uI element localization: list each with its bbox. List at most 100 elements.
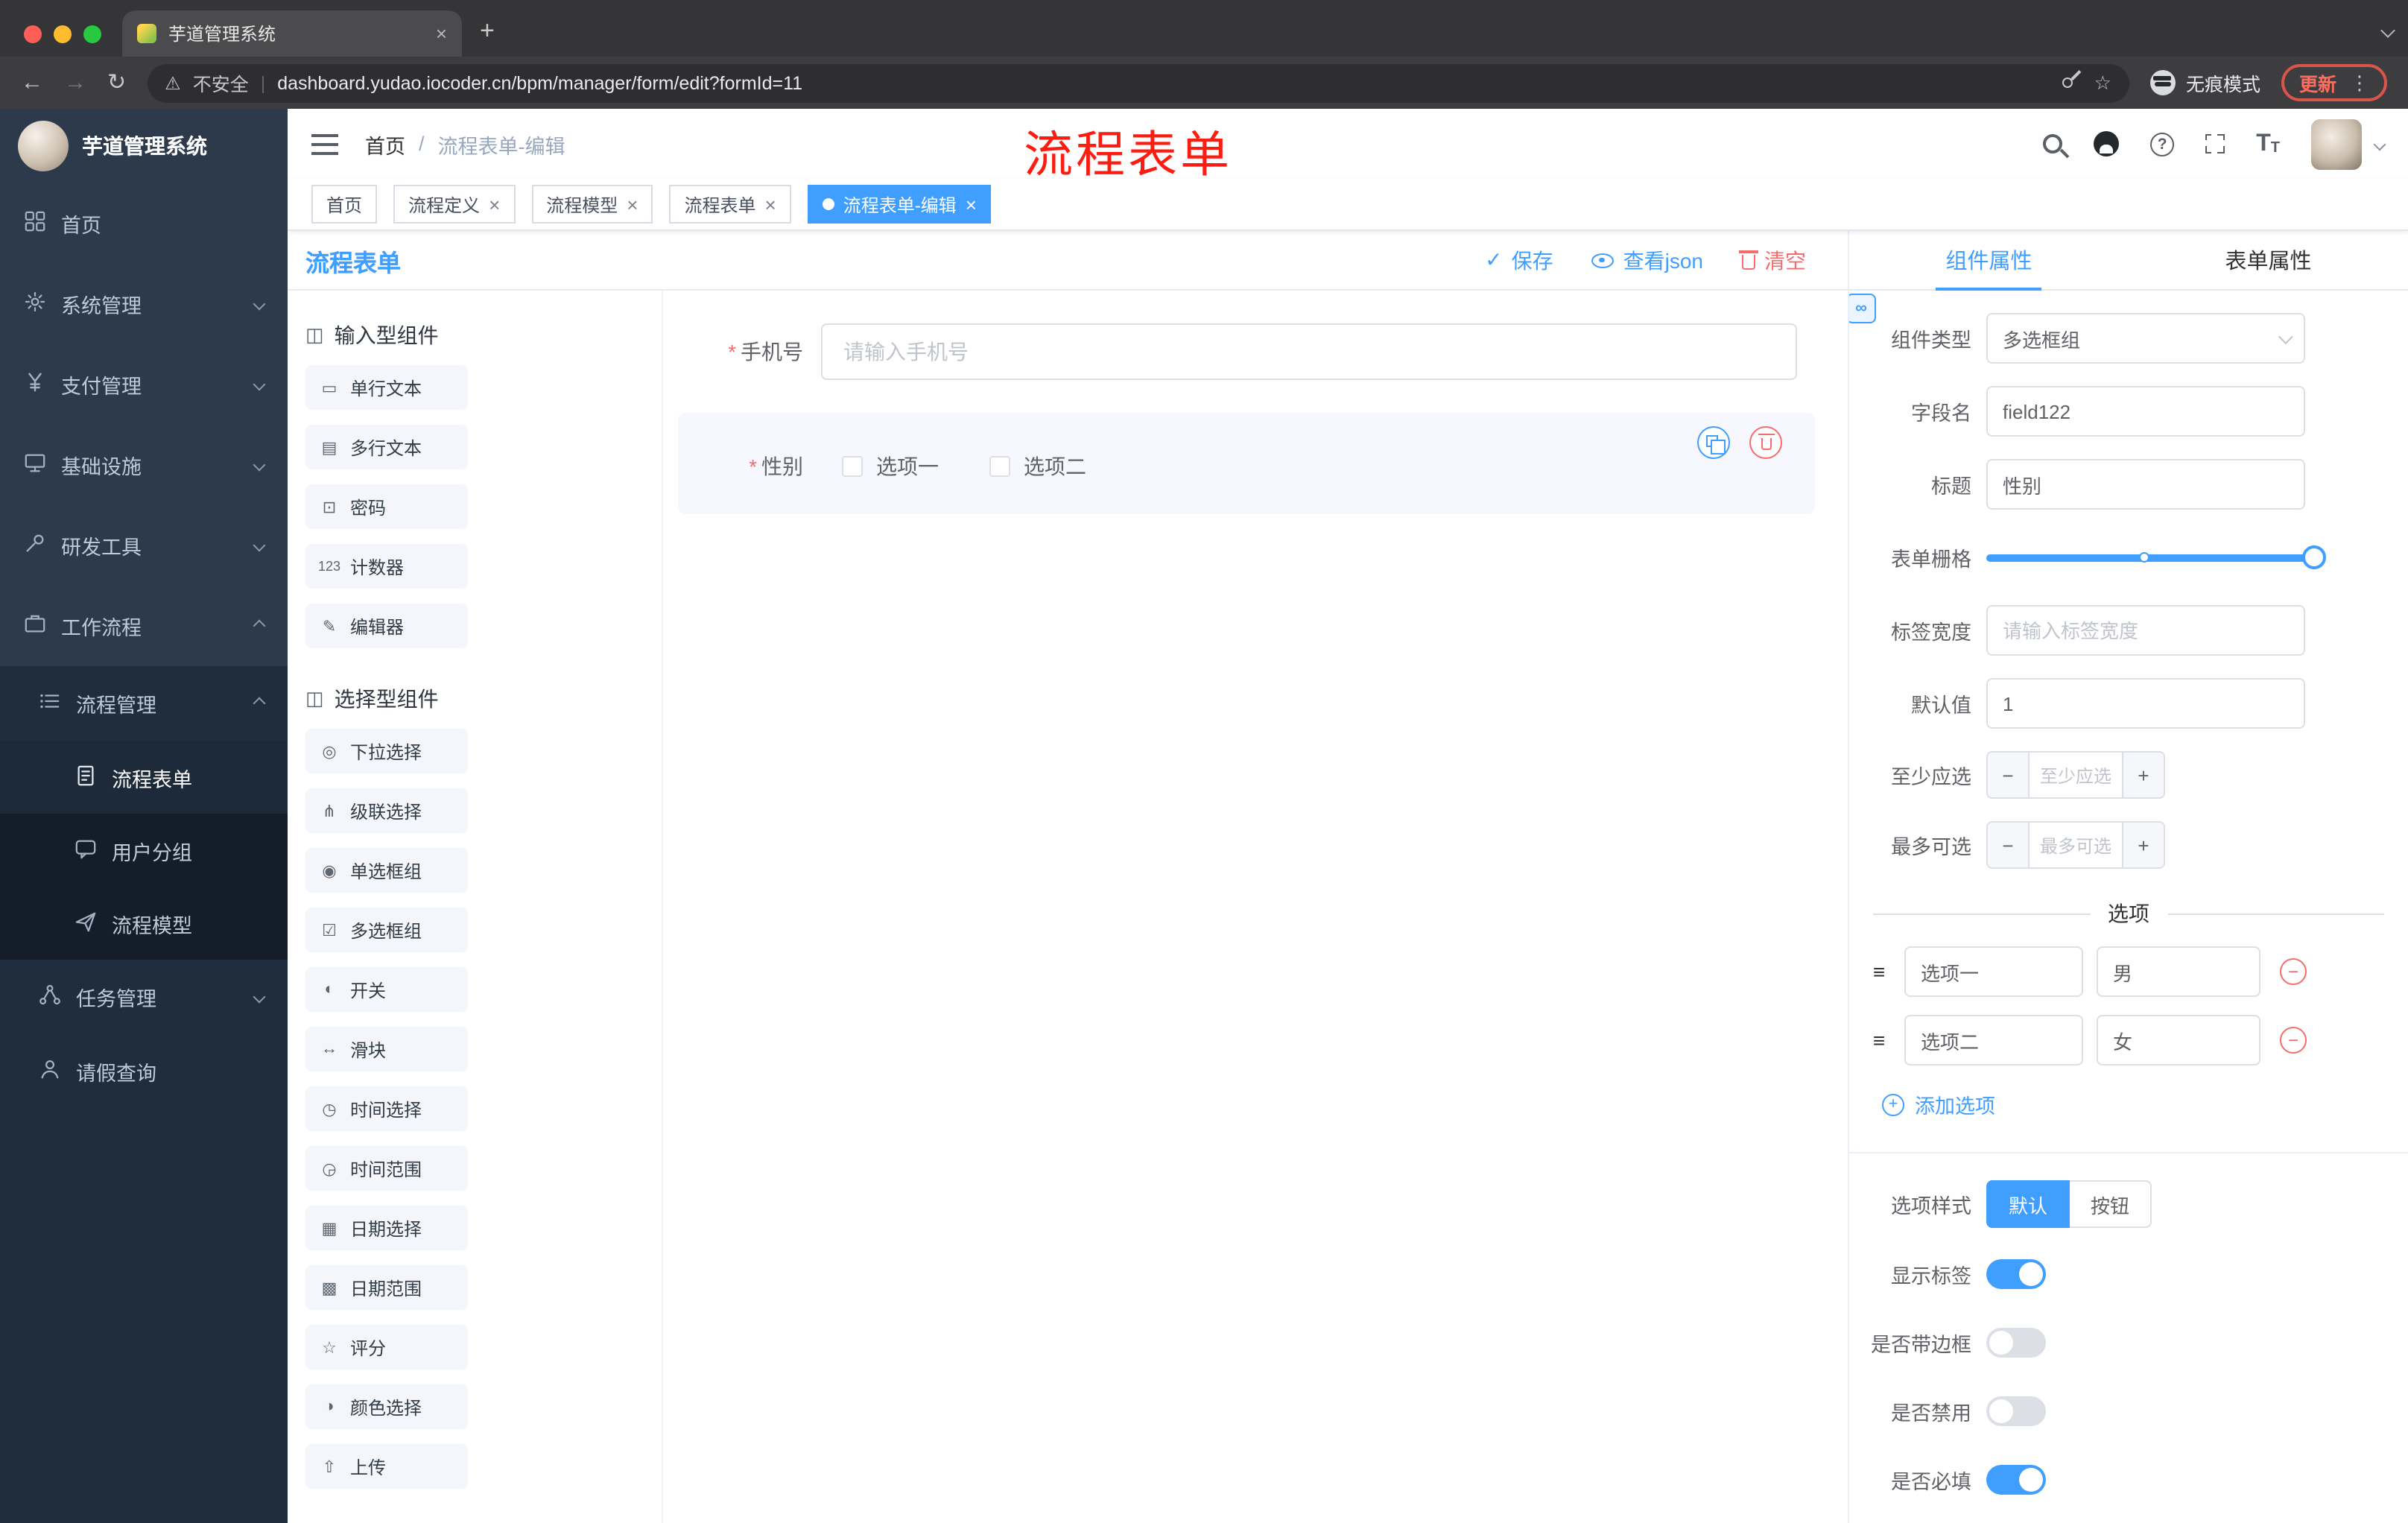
sidebar-item-task-mgmt[interactable]: 任务管理 (0, 960, 288, 1034)
font-size-icon[interactable]: TT (2256, 131, 2280, 156)
max-select-value[interactable]: 最多可选 (2030, 823, 2122, 867)
tag-process-form[interactable]: 流程表单 × (669, 185, 791, 224)
checkbox-option-2[interactable]: 选项二 (989, 452, 1086, 481)
reload-button[interactable]: ↻ (107, 72, 126, 94)
minimize-window-button[interactable] (54, 25, 72, 43)
add-option-button[interactable]: + 添加选项 (1882, 1089, 2408, 1119)
breadcrumb-home[interactable]: 首页 (365, 129, 405, 159)
increase-button[interactable]: + (2122, 823, 2164, 867)
new-tab-button[interactable]: + (480, 16, 495, 46)
copy-component-button[interactable] (1697, 426, 1730, 459)
clear-button[interactable]: 清空 (1739, 245, 1806, 275)
drag-handle-icon[interactable]: ≡ (1867, 1028, 1891, 1052)
field-name-input[interactable] (1986, 386, 2305, 437)
sidebar-item-process-model[interactable]: 流程模型 (0, 887, 288, 960)
tab-search-icon[interactable] (2380, 18, 2395, 40)
close-icon[interactable]: × (489, 194, 500, 214)
sidebar-item-process-form[interactable]: 流程表单 (0, 741, 288, 814)
chip-date-picker[interactable]: ▦ 日期选择 (305, 1206, 468, 1250)
view-json-button[interactable]: 查看json (1591, 245, 1703, 275)
password-key-icon[interactable] (2060, 75, 2076, 90)
border-switch[interactable] (1986, 1328, 2046, 1358)
chip-radio-group[interactable]: ◉ 单选框组 (305, 848, 468, 893)
tag-home[interactable]: 首页 (311, 185, 378, 224)
selected-component-gender[interactable]: * 性别 选项一 选项二 (678, 413, 1815, 514)
close-icon[interactable]: × (966, 194, 977, 214)
url-text[interactable]: dashboard.yudao.iocoder.cn/bpm/manager/f… (277, 72, 2050, 93)
user-avatar[interactable] (2311, 118, 2362, 169)
chip-switch[interactable]: ◐ 开关 (305, 967, 468, 1012)
tag-process-form-edit[interactable]: 流程表单-编辑 × (807, 185, 992, 224)
style-default-button[interactable]: 默认 (1986, 1180, 2070, 1228)
bookmark-star-icon[interactable]: ☆ (2094, 71, 2111, 95)
browser-menu-icon[interactable]: ⋮ (2350, 71, 2369, 95)
sidebar-item-system[interactable]: 系统管理 (0, 264, 288, 344)
checkbox-option-1[interactable]: 选项一 (842, 452, 939, 481)
component-type-select[interactable]: 多选框组 (1986, 313, 2305, 364)
chip-password[interactable]: ⊡ 密码 (305, 484, 468, 529)
option-value-input[interactable] (2097, 946, 2260, 997)
sidebar-item-home[interactable]: 首页 (0, 183, 288, 264)
zoom-window-button[interactable] (83, 25, 101, 43)
min-select-value[interactable]: 至少应选 (2030, 753, 2122, 797)
chip-cascader[interactable]: ⋔ 级联选择 (305, 788, 468, 833)
security-label[interactable]: 不安全 (193, 69, 249, 97)
chip-color-picker[interactable]: ◑ 颜色选择 (305, 1384, 468, 1429)
sidebar-item-process-mgmt[interactable]: 流程管理 (0, 666, 288, 741)
sidebar-item-devtools[interactable]: 研发工具 (0, 505, 288, 586)
disabled-switch[interactable] (1986, 1396, 2046, 1426)
chip-single-text[interactable]: ▭ 单行文本 (305, 365, 468, 410)
remove-option-button[interactable]: − (2280, 1027, 2307, 1054)
chip-time-picker[interactable]: ◷ 时间选择 (305, 1086, 468, 1131)
browser-update-button[interactable]: 更新 ⋮ (2281, 64, 2387, 101)
back-button[interactable]: ← (21, 72, 43, 94)
tab-close-icon[interactable]: × (436, 22, 447, 45)
delete-component-button[interactable] (1749, 426, 1782, 459)
option-label-input[interactable] (1904, 946, 2083, 997)
sidebar-item-leave-query[interactable]: 请假查询 (0, 1034, 288, 1109)
tag-process-model[interactable]: 流程模型 × (531, 185, 653, 224)
sidebar-item-infra[interactable]: 基础设施 (0, 425, 288, 505)
increase-button[interactable]: + (2122, 753, 2164, 797)
chip-time-range[interactable]: ◶ 时间范围 (305, 1146, 468, 1191)
sidebar-item-workflow[interactable]: 工作流程 (0, 586, 288, 666)
close-icon[interactable]: × (765, 194, 776, 214)
option-value-input[interactable] (2097, 1015, 2260, 1066)
remove-option-button[interactable]: − (2280, 958, 2307, 985)
avatar-caret-icon[interactable] (2373, 137, 2386, 151)
chip-counter[interactable]: 123 计数器 (305, 544, 468, 589)
chip-multi-text[interactable]: ▤ 多行文本 (305, 425, 468, 469)
sidebar-item-user-group[interactable]: 用户分组 (0, 814, 288, 887)
slider-handle[interactable] (2302, 545, 2326, 569)
browser-tab[interactable]: 芋道管理系统 × (122, 10, 462, 57)
fullscreen-icon[interactable] (2202, 131, 2228, 156)
address-bar[interactable]: ⚠ 不安全 | dashboard.yudao.iocoder.cn/bpm/m… (147, 63, 2129, 102)
label-width-input[interactable] (1986, 605, 2305, 656)
chip-upload[interactable]: ⇧ 上传 (305, 1444, 468, 1489)
chip-checkbox-group[interactable]: ☑ 多选框组 (305, 908, 468, 952)
tab-form-props[interactable]: 表单属性 (2129, 231, 2408, 289)
sidebar-item-payment[interactable]: 支付管理 (0, 344, 288, 425)
close-window-button[interactable] (24, 25, 42, 43)
tag-process-definition[interactable]: 流程定义 × (393, 185, 516, 224)
style-button-button[interactable]: 按钮 (2070, 1180, 2152, 1228)
title-input[interactable] (1986, 459, 2305, 510)
option-label-input[interactable] (1904, 1015, 2083, 1066)
chip-dropdown[interactable]: ◎ 下拉选择 (305, 729, 468, 773)
tab-component-props[interactable]: 组件属性 (1849, 231, 2129, 291)
default-value-input[interactable] (1986, 678, 2305, 729)
chip-editor[interactable]: ✎ 编辑器 (305, 604, 468, 648)
search-icon[interactable] (2043, 134, 2063, 153)
forward-button[interactable]: → (64, 72, 86, 94)
link-icon[interactable]: ∞ (1849, 294, 1876, 323)
save-button[interactable]: ✓ 保存 (1485, 245, 1553, 275)
decrease-button[interactable]: − (1988, 823, 2030, 867)
drag-handle-icon[interactable]: ≡ (1867, 960, 1891, 984)
github-icon[interactable] (2094, 131, 2120, 156)
grid-slider[interactable] (1986, 532, 2326, 583)
chip-date-range[interactable]: ▩ 日期范围 (305, 1265, 468, 1310)
decrease-button[interactable]: − (1988, 753, 2030, 797)
close-icon[interactable]: × (627, 194, 638, 214)
sidebar-toggle-button[interactable] (311, 133, 338, 154)
show-label-switch[interactable] (1986, 1259, 2046, 1289)
